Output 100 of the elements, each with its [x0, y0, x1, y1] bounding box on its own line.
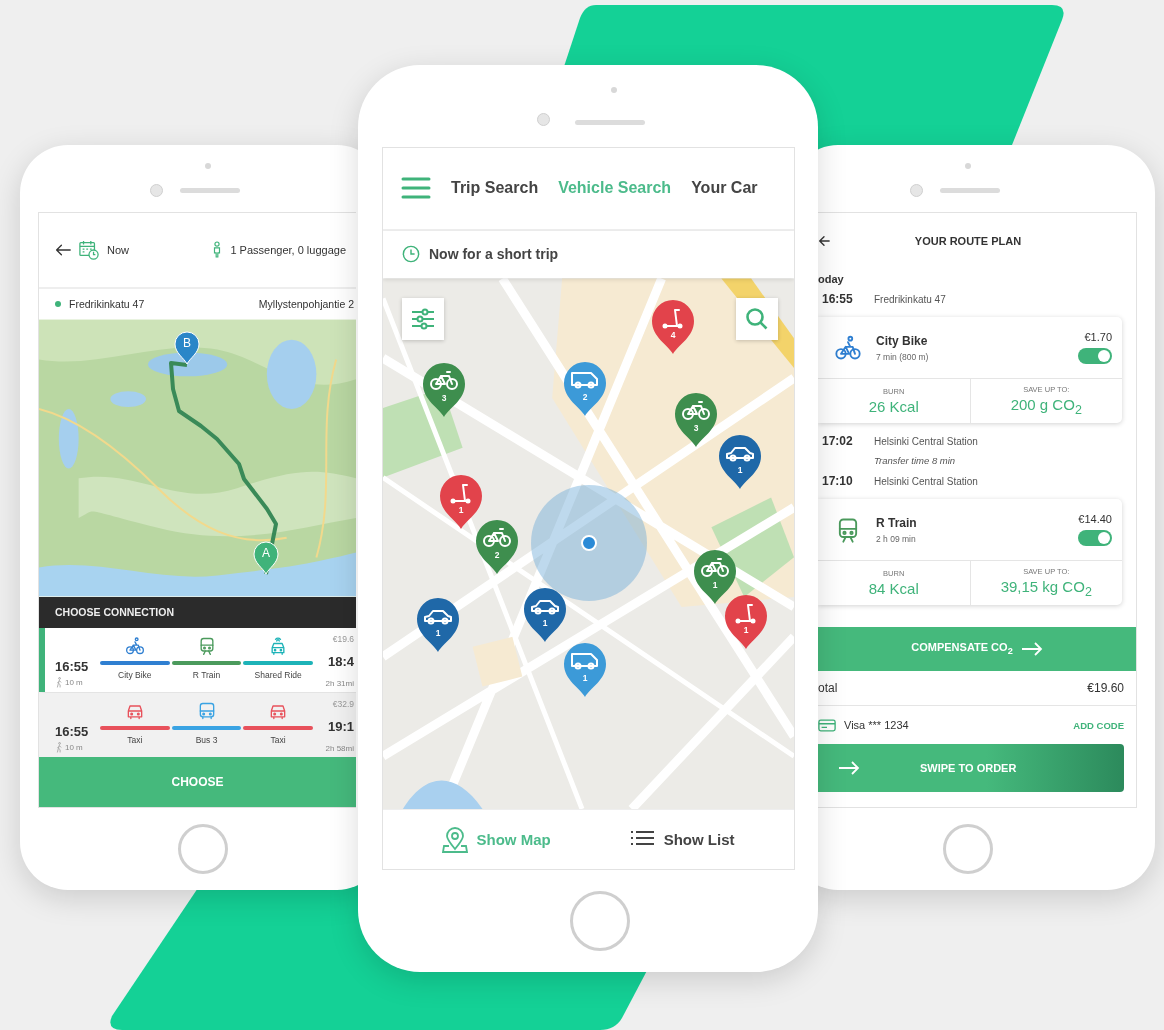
arrow-icon	[838, 761, 860, 775]
filter-button[interactable]	[402, 297, 444, 340]
leg-duration: 7 min (800 m)	[876, 351, 930, 362]
calories-value: 84 Kcal	[868, 580, 919, 597]
day-label: oday	[818, 272, 845, 287]
tab[interactable]: Trip Search	[451, 179, 539, 198]
transfer-note: Transfer time 8 min	[873, 454, 957, 468]
tab[interactable]: Your Car	[691, 179, 758, 198]
leg-price: €14.40	[1078, 513, 1112, 525]
co2-value: 39,15 kg CO$_{2}$	[1000, 578, 1092, 599]
phone-camera	[537, 113, 550, 126]
phone-camera	[150, 184, 163, 197]
bike-marker[interactable]: 3	[674, 391, 718, 448]
connection-row[interactable]: 16:55 10 m Taxi Bus 3 Taxi €32.9 19:1 2h 58mi	[39, 692, 356, 758]
destination-address: Myllystenpohjantie 2	[258, 297, 354, 310]
phone-sensor	[611, 87, 617, 93]
leg-label: Taxi	[270, 735, 286, 746]
calories-value: 26 Kcal	[868, 398, 919, 415]
connection-row[interactable]: 16:55 10 m City Bike R Train Shared Ride €19.6 18:4 2h 31mi	[39, 627, 356, 693]
stop-name: Helsinki Central Station	[874, 435, 978, 447]
walk-distance: 10 m	[65, 678, 83, 688]
map-pin-icon	[442, 826, 469, 853]
bike-marker[interactable]: 2	[475, 518, 519, 575]
phone-sensor	[965, 163, 971, 169]
time-label[interactable]: Now	[107, 243, 129, 256]
leg-price: €1.70	[1084, 331, 1112, 343]
leg-label: R Train	[192, 669, 221, 680]
bike-icon	[124, 635, 145, 656]
scooter-marker[interactable]: 4	[651, 298, 695, 355]
tab[interactable]: Vehicle Search	[558, 179, 672, 198]
menu-icon[interactable]	[401, 177, 431, 200]
screen-title: YOUR ROUTE PLAN	[913, 235, 1023, 247]
person-icon	[212, 241, 223, 259]
bike-marker[interactable]: 3	[422, 361, 466, 418]
map-pin[interactable]: A	[253, 540, 279, 575]
show-map-button[interactable]: Show Map	[442, 826, 551, 853]
back-icon[interactable]	[818, 235, 830, 247]
car-marker[interactable]: 1	[416, 596, 460, 653]
add-code-link[interactable]: ADD CODE	[1073, 719, 1124, 731]
search-button[interactable]	[736, 297, 778, 340]
swipe-to-order-button[interactable]: SWIPE TO ORDER	[818, 744, 1124, 792]
card-icon	[818, 718, 836, 732]
van-marker[interactable]: 2	[563, 360, 607, 417]
leg-duration: 2 h 09 min	[876, 533, 917, 544]
arrow-icon	[1020, 642, 1043, 656]
toggle-switch[interactable]	[1078, 530, 1112, 546]
origin-address: Fredrikinkatu 47	[69, 297, 145, 310]
phone-sensor	[205, 163, 211, 169]
bike-marker[interactable]: 1	[693, 548, 737, 605]
phone-camera	[910, 184, 923, 197]
stop-time: 17:02	[822, 434, 854, 448]
leg-label: Taxi	[127, 735, 143, 746]
choose-button[interactable]: CHOOSE	[39, 757, 356, 807]
departure-time: 16:55	[55, 724, 90, 740]
stop-name: Fredrikinkatu 47	[874, 293, 946, 305]
leg-label: City Bike	[118, 669, 152, 680]
co2-value: 200 g CO$_{2}$	[1010, 396, 1082, 417]
passenger-label[interactable]: 1 Passenger, 0 luggage	[230, 243, 346, 256]
payment-method[interactable]: Visa *** 1234	[844, 719, 909, 731]
stop-time: 17:10	[822, 474, 854, 488]
toggle-switch[interactable]	[1078, 348, 1112, 364]
trip-duration: 2h 31mi	[325, 679, 354, 689]
back-icon[interactable]	[55, 243, 71, 256]
walking-icon	[55, 677, 63, 689]
walk-distance: 10 m	[65, 743, 83, 753]
stop-name: Helsinki Central Station	[874, 475, 978, 487]
scooter-marker[interactable]: 1	[724, 593, 768, 650]
price: €19.6	[332, 633, 354, 644]
phone-speaker	[575, 120, 645, 125]
home-button[interactable]	[570, 891, 630, 951]
search-icon	[745, 306, 769, 331]
leg-name: R Train	[876, 515, 918, 530]
home-button[interactable]	[943, 824, 993, 874]
phone-speaker	[940, 188, 1000, 193]
show-list-button[interactable]: Show List	[629, 826, 735, 853]
origin-dot	[55, 300, 61, 307]
leg-label: Bus 3	[195, 735, 218, 746]
clock-icon	[402, 245, 420, 264]
time-filter-label[interactable]: Now for a short trip	[429, 246, 559, 263]
calendar-icon	[79, 239, 99, 260]
map-pin[interactable]: B	[174, 330, 200, 365]
scooter-marker[interactable]: 1	[439, 473, 483, 530]
arrival-time: 18:4	[327, 653, 354, 669]
leg-name: City Bike	[876, 333, 929, 348]
trip-duration: 2h 58mi	[325, 744, 354, 754]
van-marker[interactable]: 1	[563, 641, 607, 698]
departure-time: 16:55	[55, 659, 90, 675]
compensate-button[interactable]: COMPENSATE CO$_{2}$	[818, 627, 1136, 671]
total-price: €19.60	[1087, 681, 1124, 695]
total-label: otal	[818, 681, 838, 695]
car-marker[interactable]: 1	[523, 586, 567, 643]
walking-icon	[55, 742, 63, 754]
arrival-time: 19:1	[327, 719, 354, 735]
section-title: CHOOSE CONNECTION	[39, 596, 356, 628]
phone-speaker	[180, 188, 240, 193]
price: €32.9	[332, 699, 354, 710]
sliders-icon	[410, 307, 436, 330]
home-button[interactable]	[178, 824, 228, 874]
stop-time: 16:55	[822, 292, 854, 306]
car-marker[interactable]: 1	[718, 433, 762, 490]
